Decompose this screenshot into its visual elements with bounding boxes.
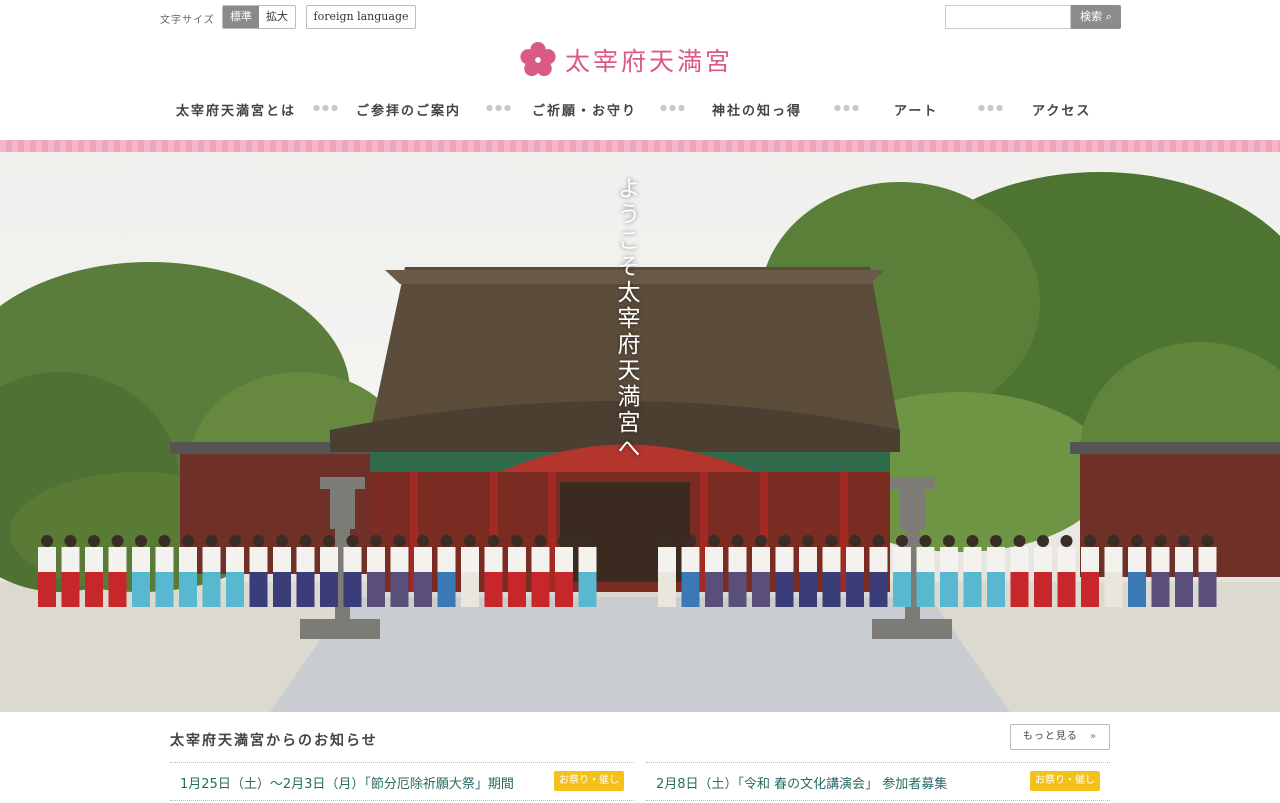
nav-item-access[interactable]: アクセス	[1032, 100, 1091, 119]
site-logo[interactable]: 太宰府天満宮	[519, 40, 733, 80]
hero-image: ようこそ太宰府天満宮へ	[0, 152, 1280, 712]
font-size-large-button[interactable]: 拡大	[259, 6, 295, 28]
nav-divider: ●●●	[978, 103, 1005, 112]
news-category-badge: お祭り・催し	[1030, 771, 1100, 791]
news-item-title: 2月8日（土）「令和 春の文化講演会」 参加者募集	[656, 777, 948, 792]
nav-item-art[interactable]: アート	[894, 100, 938, 119]
nav-divider: ●●●	[486, 103, 513, 112]
search-input[interactable]	[945, 5, 1071, 29]
search-button[interactable]: 検索 ⌕	[1071, 5, 1121, 29]
search-icon: ⌕	[1105, 10, 1112, 23]
nav-divider: ●●●	[313, 103, 340, 112]
news-category-badge: お祭り・催し	[554, 771, 624, 791]
nav-item-about[interactable]: 太宰府天満宮とは	[176, 100, 296, 119]
foreign-language-button[interactable]: foreign language	[306, 5, 416, 29]
news-heading: 太宰府天満宮からのお知らせ	[170, 733, 378, 749]
plum-blossom-icon	[520, 41, 556, 77]
nav-item-visit-guide[interactable]: ご参拝のご案内	[356, 100, 461, 119]
hero-welcome-caption: ようこそ太宰府天満宮へ	[613, 176, 639, 462]
news-item[interactable]: 1月25日（土）～2月3日（月）「節分厄除祈願大祭」期間 お祭り・催し	[170, 762, 634, 801]
double-chevron-right-icon: »	[1090, 731, 1098, 742]
pink-ribbon-divider	[0, 140, 1280, 152]
nav-item-shrine-knowledge[interactable]: 神社の知っ得	[712, 100, 802, 119]
utility-bar: 文字サイズ 標準 拡大 foreign language 検索 ⌕	[0, 0, 1280, 34]
news-more-label: もっと見る	[1022, 731, 1078, 742]
news-item-title: 1月25日（土）～2月3日（月）「節分厄除祈願大祭」期間	[180, 777, 514, 792]
font-size-switch: 標準 拡大	[222, 5, 296, 29]
news-more-button[interactable]: もっと見る »	[1010, 724, 1110, 750]
nav-divider: ●●●	[660, 103, 687, 112]
search-button-label: 検索	[1080, 10, 1103, 23]
news-item[interactable]: 2月8日（土）「令和 春の文化講演会」 参加者募集 お祭り・催し	[646, 762, 1110, 801]
site-name: 太宰府天満宮	[565, 47, 734, 76]
font-size-label: 文字サイズ	[160, 15, 215, 26]
nav-item-prayers-amulets[interactable]: ご祈願・お守り	[532, 100, 637, 119]
shrine-illustration	[0, 172, 1280, 712]
search-form: 検索 ⌕	[945, 5, 1121, 29]
nav-divider: ●●●	[834, 103, 861, 112]
font-size-standard-button[interactable]: 標準	[223, 6, 259, 28]
global-nav: 太宰府天満宮とは ●●● ご参拝のご案内 ●●● ご祈願・お守り ●●● 神社の…	[170, 100, 1100, 124]
